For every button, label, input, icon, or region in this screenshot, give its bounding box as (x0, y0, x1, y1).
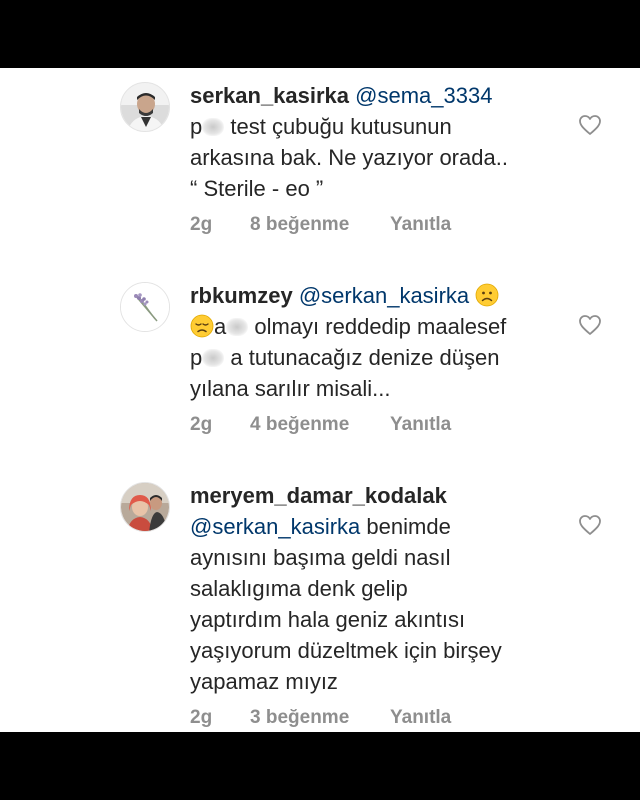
lavender-avatar-icon (121, 283, 169, 331)
text-line: arkasına bak. Ne yazıyor orada.. (190, 145, 508, 170)
avatar[interactable] (120, 82, 170, 132)
likes-count-button[interactable]: 8 beğenme (250, 214, 390, 236)
text-line: “ Sterile - eo ” (190, 176, 324, 201)
text-line: yaşıyorum düzeltmek için birşey (190, 638, 502, 663)
censored-blur (226, 318, 249, 336)
mention-link[interactable]: @serkan_kasirka (190, 514, 360, 539)
comment-text: rbkumzey @serkan_kasirka a olmayı redded… (190, 280, 560, 404)
mention-link[interactable]: @serkan_kasirka (299, 283, 469, 308)
text-line: yaptırdım hala geniz akıntısı (190, 607, 466, 632)
comment-username[interactable]: rbkumzey (190, 283, 293, 308)
comment-body: meryem_damar_kodalak @serkan_kasirka ben… (190, 480, 560, 731)
avatar[interactable] (120, 282, 170, 332)
like-heart-icon[interactable] (578, 114, 602, 136)
disappointed-face-emoji-icon (190, 314, 214, 338)
reply-button[interactable]: Yanıtla (390, 414, 451, 436)
text-line: aynısını başıma geldi nasıl (190, 545, 451, 570)
text-fragment: a (214, 314, 227, 339)
comment-meta: 2g 3 beğenme Yanıtla (190, 707, 560, 731)
bottom-letterbox (0, 732, 640, 800)
comment-meta: 2g 4 beğenme Yanıtla (190, 414, 560, 438)
comment-meta: 2g 8 beğenme Yanıtla (190, 214, 560, 238)
text-fragment: a tutunacağız denize düşen (230, 345, 500, 370)
like-heart-icon[interactable] (578, 314, 602, 336)
reply-button[interactable]: Yanıtla (390, 707, 451, 729)
text-fragment: p (190, 114, 203, 139)
comments-panel: serkan_kasirka @sema_3334 p test çubuğu … (0, 68, 640, 732)
like-heart-icon[interactable] (578, 514, 602, 536)
text-fragment: p (190, 345, 203, 370)
censored-blur (202, 118, 225, 136)
censored-blur (202, 349, 225, 367)
man-avatar-icon (121, 83, 169, 131)
comment-time: 2g (190, 707, 213, 728)
comment-text: serkan_kasirka @sema_3334 p test çubuğu … (190, 80, 560, 204)
top-letterbox (0, 0, 640, 68)
comment-body: rbkumzey @serkan_kasirka a olmayı redded… (190, 280, 560, 438)
couple-avatar-icon (121, 483, 169, 531)
comment-time: 2g (190, 214, 213, 235)
mention-link[interactable]: @sema_3334 (355, 83, 492, 108)
comment-username[interactable]: meryem_damar_kodalak (190, 483, 447, 508)
reply-button[interactable]: Yanıtla (390, 214, 451, 236)
likes-count-button[interactable]: 4 beğenme (250, 414, 390, 436)
comment-username[interactable]: serkan_kasirka (190, 83, 349, 108)
likes-count-button[interactable]: 3 beğenme (250, 707, 390, 729)
text-fragment: olmayı reddedip maalesef (254, 314, 507, 339)
avatar[interactable] (120, 482, 170, 532)
comment-time: 2g (190, 414, 213, 435)
comment-body: serkan_kasirka @sema_3334 p test çubuğu … (190, 80, 560, 238)
text-fragment: test çubuğu kutusunun (230, 114, 452, 139)
text-line: salaklıgıma denk gelip (190, 576, 408, 601)
frowning-face-emoji-icon (475, 283, 499, 307)
text-line: yılana sarılır misali... (190, 376, 391, 401)
text-line: yapamaz mıyız (190, 669, 338, 694)
comment-text: meryem_damar_kodalak @serkan_kasirka ben… (190, 480, 560, 697)
text-fragment: benimde (366, 514, 451, 539)
